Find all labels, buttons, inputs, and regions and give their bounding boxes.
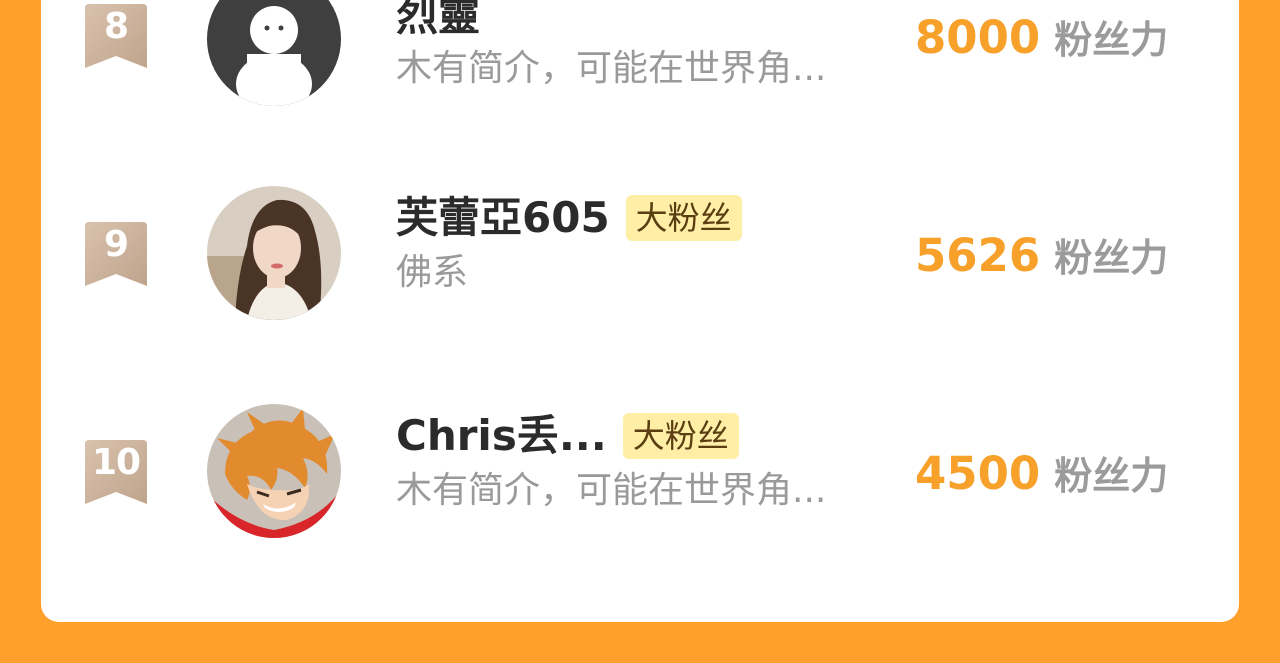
score: 4500 粉丝力: [915, 444, 1168, 504]
rank-number: 8: [103, 6, 129, 47]
user-name[interactable]: 烈靈: [396, 0, 480, 44]
name-line: Chris丢... 大粉丝: [396, 408, 739, 464]
user-name[interactable]: 芙蕾亞605: [396, 190, 610, 246]
name-line: 烈靈: [396, 0, 480, 44]
anime-character-avatar: [207, 404, 341, 538]
default-avatar-icon: [207, 0, 341, 106]
user-bio: 佛系: [396, 252, 469, 293]
score-value: 8000: [915, 11, 1041, 64]
leaderboard-row[interactable]: 8 烈靈 木有简介，可能在世界角... 8000 粉丝力: [41, 0, 1239, 110]
user-photo-avatar: [207, 186, 341, 320]
score-unit: 粉丝力: [1054, 454, 1169, 498]
leaderboard-card: 8 烈靈 木有简介，可能在世界角... 8000 粉丝力 9 芙蕾亞605 大粉…: [41, 0, 1239, 622]
user-bio: 木有简介，可能在世界角...: [396, 470, 827, 511]
score-value: 4500: [915, 447, 1041, 500]
user-bio: 木有简介，可能在世界角...: [396, 48, 827, 89]
name-line: 芙蕾亞605 大粉丝: [396, 190, 742, 246]
rank-number: 10: [91, 442, 141, 483]
score: 8000 粉丝力: [915, 8, 1168, 68]
score-unit: 粉丝力: [1054, 18, 1169, 62]
leaderboard-row[interactable]: 10 Chris丢... 大粉丝 木有简介，可能在世界角... 4500 粉丝力: [41, 396, 1239, 546]
user-name[interactable]: Chris丢...: [396, 408, 607, 464]
fan-level-badge: 大粉丝: [622, 413, 739, 459]
avatar[interactable]: [207, 186, 341, 320]
rank-badge: 9: [85, 222, 147, 286]
avatar[interactable]: [207, 0, 341, 106]
rank-badge: 10: [85, 440, 147, 504]
fan-level-badge: 大粉丝: [625, 195, 742, 241]
leaderboard-row[interactable]: 9 芙蕾亞605 大粉丝 佛系 5626 粉丝力: [41, 178, 1239, 328]
rank-number: 9: [103, 224, 129, 265]
score-unit: 粉丝力: [1054, 236, 1169, 280]
score-value: 5626: [915, 229, 1041, 282]
avatar[interactable]: [207, 404, 341, 538]
score: 5626 粉丝力: [915, 226, 1168, 286]
rank-badge: 8: [85, 4, 147, 68]
